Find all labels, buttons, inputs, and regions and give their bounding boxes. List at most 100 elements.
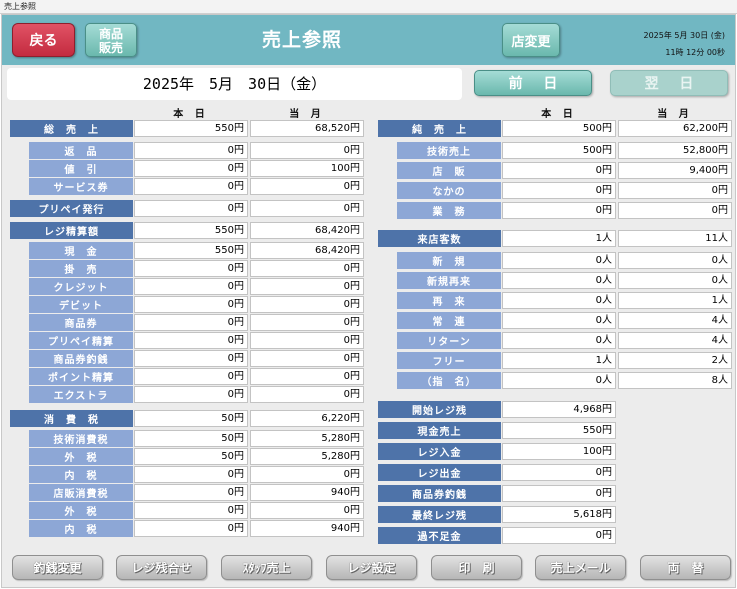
- month-value: 11人: [618, 230, 732, 247]
- register-value: 0円: [502, 485, 616, 502]
- table-row: 来店客数 1人 11人: [2, 230, 735, 247]
- row-label: 常 連: [397, 312, 501, 329]
- window-title: 売上参照: [4, 2, 36, 11]
- exchange-button[interactable]: 両 替: [640, 555, 731, 580]
- month-value: 8人: [618, 372, 732, 389]
- today-value: 0円: [502, 202, 616, 219]
- today-value: 1人: [502, 230, 616, 247]
- left-col-today-header: 本 日: [173, 109, 209, 120]
- store-change-button[interactable]: 店変更: [502, 23, 560, 57]
- table-row: （指 名） 0人 8人: [2, 372, 735, 389]
- today-value: 500円: [502, 142, 616, 159]
- row-label: レジ出金: [378, 464, 501, 481]
- register-value: 0円: [502, 464, 616, 481]
- table-row: 技術売上 500円 52,800円: [2, 142, 735, 159]
- table-row: 商品券釣銭 0円: [2, 485, 735, 502]
- row-label: 新規再来: [397, 272, 501, 289]
- register-value: 100円: [502, 443, 616, 460]
- change-fund-button[interactable]: 釣銭変更: [12, 555, 103, 580]
- row-label: 技術売上: [397, 142, 501, 159]
- month-value: 2人: [618, 352, 732, 369]
- month-value: 0人: [618, 272, 732, 289]
- row-label: 店 販: [397, 162, 501, 179]
- today-value: 0人: [502, 272, 616, 289]
- table-row: フリー 1人 2人: [2, 352, 735, 369]
- today-value: 0人: [502, 312, 616, 329]
- table-row: レジ入金 100円: [2, 443, 735, 460]
- today-value: 0人: [502, 332, 616, 349]
- row-label: 過不足金: [378, 527, 501, 544]
- row-label: 現金売上: [378, 422, 501, 439]
- table-row: 再 来 0人 1人: [2, 292, 735, 309]
- today-value: 500円: [502, 120, 616, 137]
- register-balance-button[interactable]: レジ残合せ: [116, 555, 207, 580]
- row-label: 純 売 上: [378, 120, 501, 137]
- table-row: リターン 0人 4人: [2, 332, 735, 349]
- table-row: 常 連 0人 4人: [2, 312, 735, 329]
- month-value: 0円: [618, 182, 732, 199]
- table-row: レジ出金 0円: [2, 464, 735, 481]
- today-value: 1人: [502, 352, 616, 369]
- month-value: 62,200円: [618, 120, 732, 137]
- table-row: なかの 0円 0円: [2, 182, 735, 199]
- next-day-button[interactable]: 翌 日: [610, 70, 728, 96]
- table-row: 過不足金 0円: [2, 527, 735, 544]
- today-value: 0人: [502, 252, 616, 269]
- header-time: 11時 12分 00秒: [665, 48, 725, 57]
- month-value: 1人: [618, 292, 732, 309]
- register-value: 0円: [502, 527, 616, 544]
- table-row: 業 務 0円 0円: [2, 202, 735, 219]
- goods-sales-button[interactable]: 商品 販売: [85, 23, 137, 57]
- today-value: 0円: [502, 182, 616, 199]
- table-row: 新規再来 0人 0人: [2, 272, 735, 289]
- right-col-month-header: 当 月: [657, 109, 693, 120]
- table-row: 現金売上 550円: [2, 422, 735, 439]
- row-label: 開始レジ残: [378, 401, 501, 418]
- row-label: リターン: [397, 332, 501, 349]
- register-value: 5,618円: [502, 506, 616, 523]
- back-button[interactable]: 戻る: [12, 23, 75, 57]
- month-value: 0人: [618, 252, 732, 269]
- row-label: 商品券釣銭: [378, 485, 501, 502]
- previous-day-button[interactable]: 前 日: [474, 70, 592, 96]
- today-value: 0人: [502, 292, 616, 309]
- today-value: 0人: [502, 372, 616, 389]
- selected-date: 2025年 5月 30日（金）: [7, 68, 462, 100]
- left-col-month-header: 当 月: [289, 109, 325, 120]
- header-date: 2025年 5月 30日 (金): [643, 31, 726, 40]
- row-label: なかの: [397, 182, 501, 199]
- table-row: 店 販 0円 9,400円: [2, 162, 735, 179]
- staff-sales-button[interactable]: ｽﾀｯﾌ売上: [221, 555, 312, 580]
- month-value: 4人: [618, 332, 732, 349]
- table-row: 開始レジ残 4,968円: [2, 401, 735, 418]
- row-label: 業 務: [397, 202, 501, 219]
- row-label: 再 来: [397, 292, 501, 309]
- month-value: 0円: [618, 202, 732, 219]
- row-label: （指 名）: [397, 372, 501, 389]
- table-row: 純 売 上 500円 62,200円: [2, 120, 735, 137]
- register-value: 4,968円: [502, 401, 616, 418]
- register-value: 550円: [502, 422, 616, 439]
- header-datetime: 2025年 5月 30日 (金) 11時 12分 00秒: [644, 27, 726, 61]
- register-settings-button[interactable]: レジ設定: [326, 555, 417, 580]
- row-label: レジ入金: [378, 443, 501, 460]
- month-value: 52,800円: [618, 142, 732, 159]
- window-titlebar: 売上参照: [0, 0, 737, 14]
- main-frame: 戻る 商品 販売 売上参照 店変更 2025年 5月 30日 (金) 11時 12…: [1, 14, 736, 588]
- row-label: 来店客数: [378, 230, 501, 247]
- table-row: 新 規 0人 0人: [2, 252, 735, 269]
- sales-mail-button[interactable]: 売上メール: [535, 555, 626, 580]
- goods-label-line2: 販売: [98, 40, 123, 55]
- month-value: 9,400円: [618, 162, 732, 179]
- month-value: 4人: [618, 312, 732, 329]
- print-button[interactable]: 印 刷: [431, 555, 522, 580]
- row-label: 新 規: [397, 252, 501, 269]
- header-bar: 戻る 商品 販売 売上参照 店変更 2025年 5月 30日 (金) 11時 12…: [2, 15, 735, 65]
- row-label: 最終レジ残: [378, 506, 501, 523]
- goods-label-line1: 商品: [98, 26, 123, 41]
- row-label: フリー: [397, 352, 501, 369]
- right-col-today-header: 本 日: [541, 109, 577, 120]
- page-title: 売上参照: [261, 29, 342, 51]
- table-row: 最終レジ残 5,618円: [2, 506, 735, 523]
- today-value: 0円: [502, 162, 616, 179]
